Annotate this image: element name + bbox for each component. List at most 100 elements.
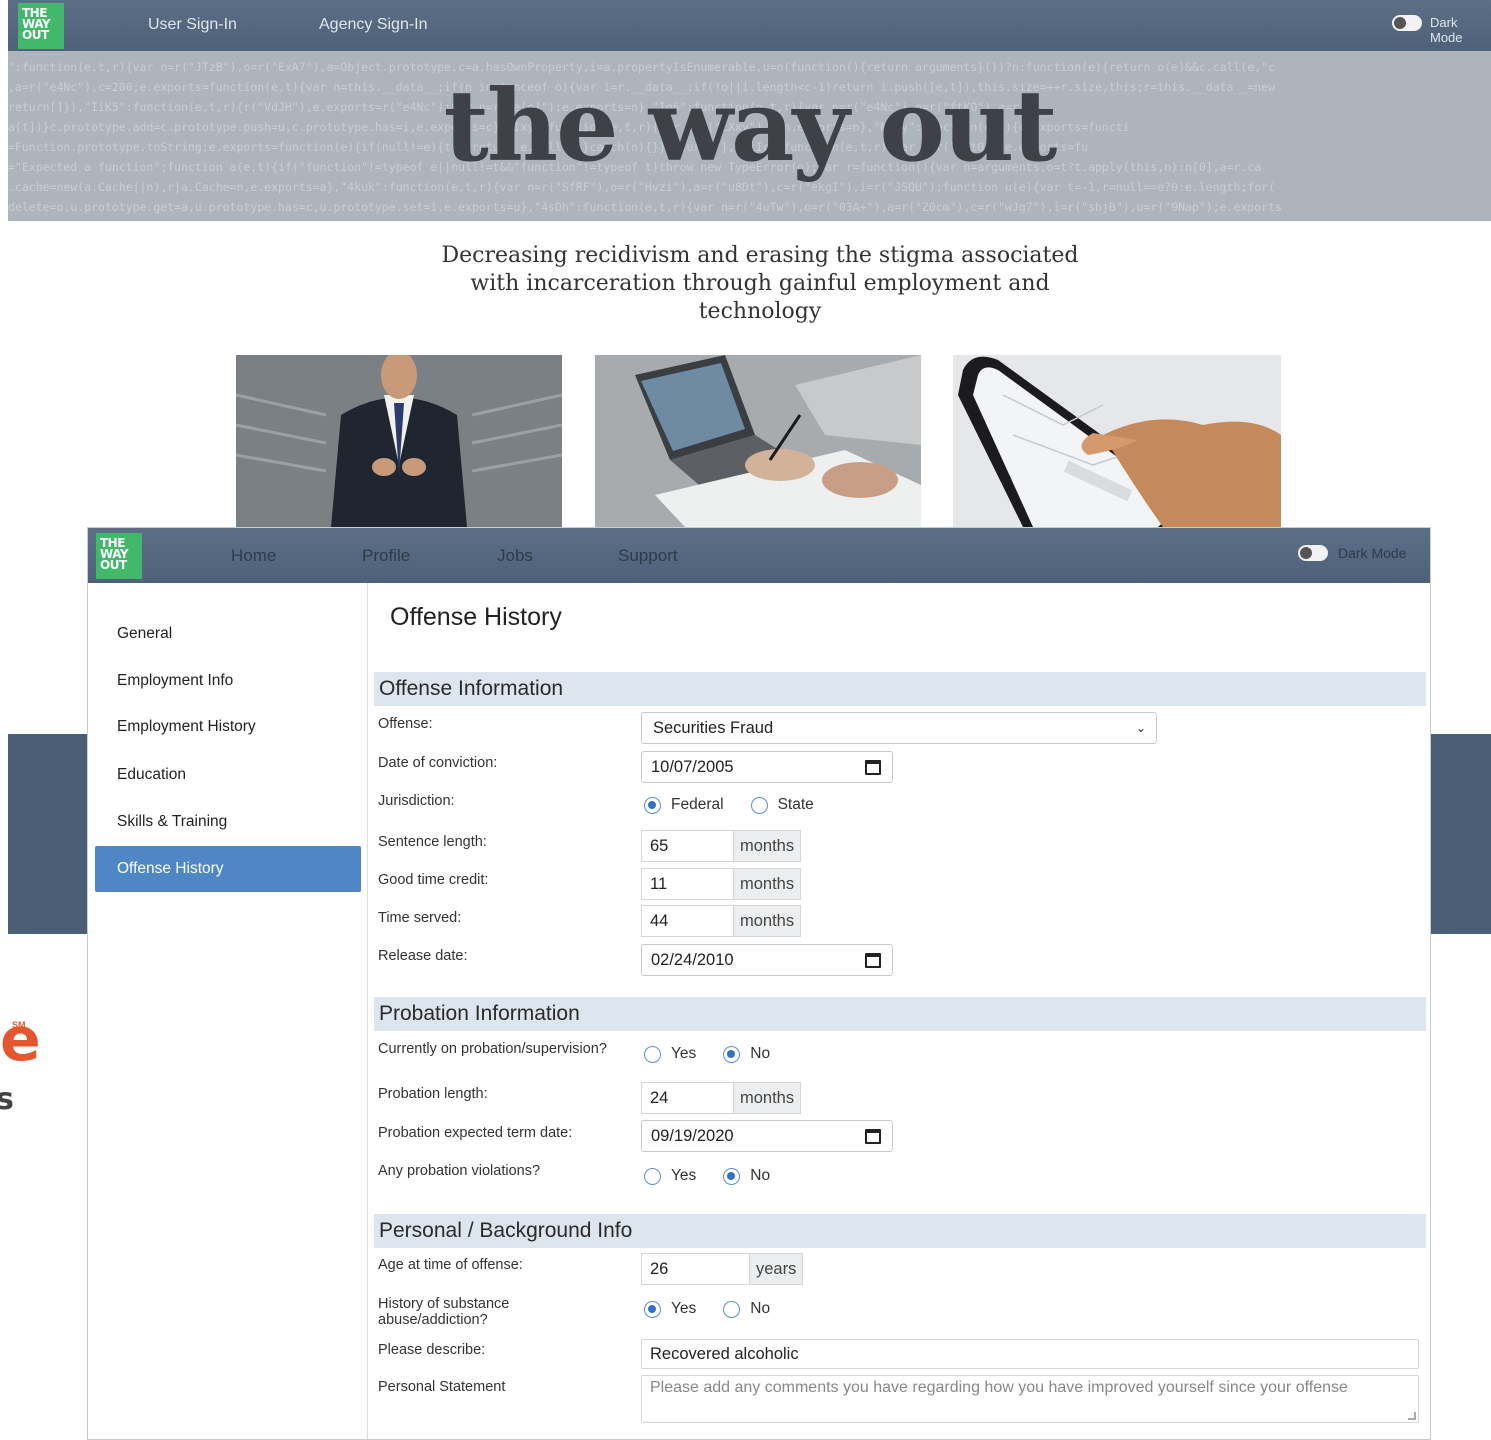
sentence-length-input[interactable]: 65	[641, 830, 733, 862]
time-served-input[interactable]: 44	[641, 905, 733, 937]
app-logo[interactable]: THE WAY OUT	[96, 533, 142, 579]
current-probation-no-text: No	[750, 1045, 771, 1062]
section-probation-information: Probation Information	[374, 997, 1426, 1031]
age-at-offense-label: Age at time of offense:	[378, 1257, 523, 1273]
good-time-credit-unit: months	[733, 868, 802, 900]
partner-logo-fragment: e	[0, 1005, 41, 1075]
sentence-length-field: 65 months	[641, 830, 802, 862]
describe-label: Please describe:	[378, 1342, 486, 1358]
probation-length-unit: months	[733, 1082, 802, 1114]
good-time-credit-label: Good time credit:	[378, 872, 489, 888]
probation-violations-radio-group: Yes No	[641, 1165, 794, 1187]
current-probation-yes-radio[interactable]	[644, 1045, 661, 1063]
conviction-date-label: Date of conviction:	[378, 755, 498, 771]
personal-statement-placeholder: Please add any comments you have regardi…	[650, 1379, 1348, 1396]
substance-history-label: History of substance abuse/addiction?	[378, 1296, 510, 1328]
jurisdiction-state-text: State	[777, 796, 814, 813]
conviction-date-input[interactable]: 10/07/2005	[641, 751, 893, 783]
sidebar-item-employment-info[interactable]: Employment Info	[95, 658, 361, 704]
partner-logo-sm: SM	[12, 1020, 26, 1030]
businessman-photo	[236, 355, 562, 527]
substance-history-no-text: No	[750, 1300, 771, 1317]
calendar-icon[interactable]	[865, 953, 881, 968]
conviction-date-value: 10/07/2005	[651, 758, 734, 776]
calendar-icon[interactable]	[865, 1129, 881, 1144]
good-time-credit-input[interactable]: 11	[641, 868, 733, 900]
jurisdiction-federal-radio[interactable]	[644, 796, 661, 814]
section-offense-information: Offense Information	[374, 672, 1426, 706]
personal-statement-textarea[interactable]: Please add any comments you have regardi…	[641, 1375, 1419, 1423]
age-at-offense-unit: years	[749, 1253, 804, 1285]
personal-statement-label: Personal Statement	[378, 1379, 506, 1395]
time-served-label: Time served:	[378, 910, 462, 926]
code-line: delete=o,u.prototype.get=a,u.prototype.h…	[8, 200, 1282, 214]
jurisdiction-radio-group: Federal State	[641, 794, 838, 816]
probation-violations-no-text: No	[750, 1167, 771, 1184]
release-date-value: 02/24/2010	[651, 951, 734, 969]
dark-mode-toggle[interactable]	[1298, 545, 1328, 561]
sidebar-item-offense-history[interactable]: Offense History	[95, 846, 361, 892]
landing-dark-mode-toggle[interactable]	[1392, 15, 1422, 31]
release-date-input[interactable]: 02/24/2010	[641, 944, 893, 976]
dark-mode-label: Dark Mode	[1338, 545, 1407, 561]
tagline: Decreasing recidivism and erasing the st…	[441, 243, 1079, 324]
sidebar-item-general[interactable]: General	[95, 611, 361, 657]
screenshot-stage: THE WAY OUT User Sign-In Agency Sign-In …	[0, 0, 1491, 1440]
profile-sidebar: General Employment Info Employment Histo…	[88, 583, 368, 1439]
substance-history-no-radio[interactable]	[723, 1300, 741, 1318]
agency-signin-link[interactable]: Agency Sign-In	[319, 16, 428, 34]
current-probation-no-radio[interactable]	[723, 1045, 741, 1063]
landing-logo[interactable]: THE WAY OUT	[18, 3, 64, 49]
current-probation-radio-group: Yes No	[641, 1043, 794, 1065]
time-served-field: 44 months	[641, 905, 802, 937]
probation-violations-label: Any probation violations?	[378, 1163, 541, 1179]
sidebar-item-employment-history[interactable]: Employment History	[95, 704, 361, 750]
substance-history-radio-group: Yes No	[641, 1298, 794, 1320]
probation-violations-yes-text: Yes	[671, 1167, 697, 1184]
jurisdiction-state-radio[interactable]	[750, 796, 768, 814]
probation-length-input[interactable]: 24	[641, 1082, 733, 1114]
substance-history-yes-radio[interactable]	[644, 1300, 661, 1318]
substance-history-yes-text: Yes	[671, 1300, 697, 1317]
probation-violations-yes-radio[interactable]	[644, 1167, 661, 1185]
age-at-offense-input[interactable]: 26	[641, 1253, 749, 1285]
probation-term-date-label: Probation expected term date:	[378, 1125, 573, 1141]
probation-term-date-input[interactable]: 09/19/2020	[641, 1120, 893, 1152]
probation-violations-no-radio[interactable]	[723, 1167, 741, 1185]
time-served-unit: months	[733, 905, 802, 937]
nav-support[interactable]: Support	[618, 546, 678, 566]
smartphone-photo	[953, 355, 1281, 527]
partner-logo-text-fragment: s	[0, 1082, 14, 1117]
profile-app-window: THE WAY OUT Home Profile Jobs Support Da…	[87, 527, 1431, 1440]
hero-banner: ":function(e,t,r){var n=r("JTzB"),o=r("E…	[8, 51, 1491, 221]
meeting-paperwork-photo	[595, 355, 921, 527]
resize-handle-icon[interactable]	[1408, 1412, 1416, 1420]
nav-jobs[interactable]: Jobs	[497, 546, 533, 566]
user-signin-link[interactable]: User Sign-In	[148, 16, 237, 34]
page-title: Offense History	[390, 603, 562, 631]
logo-line: OUT	[22, 28, 49, 42]
calendar-icon[interactable]	[865, 760, 881, 775]
current-probation-label: Currently on probation/supervision?	[378, 1041, 607, 1057]
logo-line: OUT	[100, 558, 127, 572]
sidebar-item-education[interactable]: Education	[95, 752, 361, 798]
landing-dark-mode-label: Dark Mode	[1430, 15, 1463, 45]
jurisdiction-federal-text: Federal	[671, 796, 724, 813]
main-content: Offense History Offense Information Offe…	[368, 583, 1430, 1439]
probation-length-field: 24 months	[641, 1082, 802, 1114]
chevron-down-icon: ⌄	[1135, 721, 1146, 735]
nav-profile[interactable]: Profile	[362, 546, 410, 566]
good-time-credit-field: 11 months	[641, 868, 802, 900]
nav-home[interactable]: Home	[231, 546, 276, 566]
describe-input[interactable]: Recovered alcoholic	[641, 1339, 1419, 1369]
jurisdiction-label: Jurisdiction:	[378, 793, 455, 809]
landing-navbar: THE WAY OUT User Sign-In Agency Sign-In …	[8, 0, 1491, 51]
app-navbar: THE WAY OUT Home Profile Jobs Support Da…	[88, 528, 1430, 583]
offense-select[interactable]: Securities Fraud ⌄	[641, 712, 1157, 744]
section-personal-background: Personal / Background Info	[374, 1214, 1426, 1248]
offense-select-value: Securities Fraud	[653, 719, 774, 737]
age-at-offense-field: 26 years	[641, 1253, 804, 1285]
release-date-label: Release date:	[378, 948, 468, 964]
sidebar-item-skills-training[interactable]: Skills & Training	[95, 799, 361, 845]
offense-label: Offense:	[378, 716, 433, 732]
